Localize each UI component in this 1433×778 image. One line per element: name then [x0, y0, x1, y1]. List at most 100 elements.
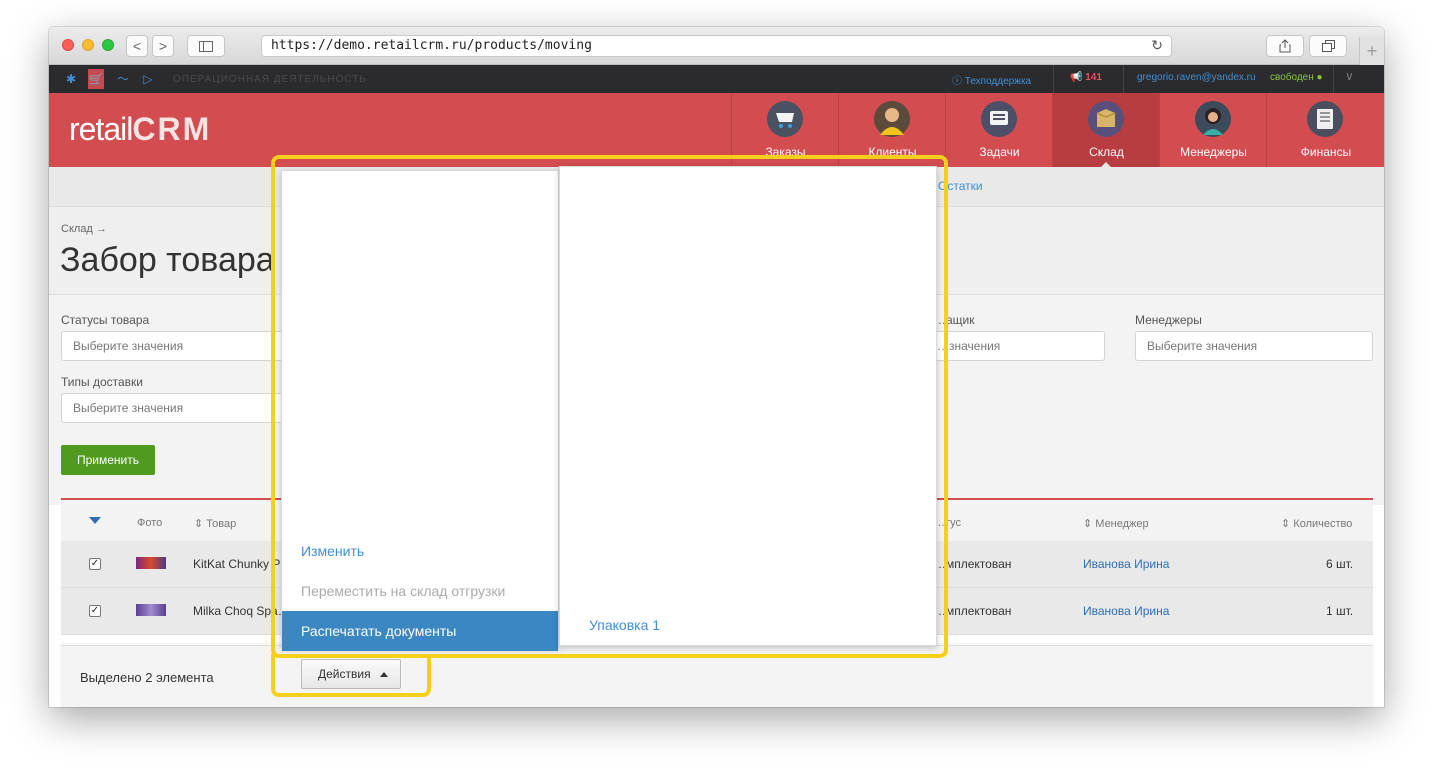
- app-topbar: ✱ 🛒 〜 ▷ ОПЕРАЦИОННАЯ ДЕЯТЕЛЬНОСТЬ ⓘ Техп…: [49, 65, 1384, 93]
- back-icon: <: [132, 38, 142, 54]
- status-dot-icon: ●: [1316, 72, 1323, 83]
- row-manager-link[interactable]: Иванова Ирина: [1083, 557, 1169, 571]
- product-name[interactable]: Milka Choq Spa…: [193, 604, 290, 618]
- column-status[interactable]: …тус: [934, 517, 961, 529]
- analytics-chart-icon[interactable]: 〜: [115, 71, 131, 87]
- main-header: retailCRM Заказы Клиенты Задачи Склад Ме…: [49, 93, 1384, 168]
- print-documents-submenu: Упаковка 1: [559, 166, 937, 646]
- delivery-filter-input[interactable]: Выберите значения: [61, 393, 301, 423]
- sidebar-toggle-button[interactable]: [187, 35, 225, 57]
- nav-label: Склад: [1089, 145, 1124, 159]
- sort-icon: ⇕: [1083, 518, 1096, 530]
- warehouse-box-icon: [1088, 101, 1124, 137]
- statuses-filter-input[interactable]: Выберите значения: [61, 331, 301, 361]
- retailcrm-logo[interactable]: retailCRM: [69, 111, 211, 148]
- user-email-link[interactable]: gregorio.raven@yandex.ru: [1137, 72, 1256, 83]
- select-all-toggle-icon[interactable]: [89, 517, 101, 524]
- column-photo: Фото: [137, 517, 163, 529]
- settings-gear-icon[interactable]: ✱: [63, 71, 79, 87]
- forward-button[interactable]: >: [152, 35, 174, 57]
- managers-filter-label: Менеджеры: [1135, 313, 1202, 327]
- chevron-down-icon[interactable]: ∨: [1345, 69, 1354, 83]
- browser-toolbar: < > https://demo.retailcrm.ru/products/m…: [49, 27, 1384, 65]
- row-status: …мплектован: [934, 604, 1012, 618]
- reload-icon[interactable]: ↻: [1151, 36, 1163, 56]
- page-title: Забор товара: [60, 241, 275, 279]
- menu-item-edit[interactable]: Изменить: [282, 531, 558, 571]
- selection-bar: Выделено 2 элемента: [61, 645, 1373, 707]
- column-quantity[interactable]: ⇕ Количество: [1281, 517, 1352, 530]
- sort-icon: ⇕: [1281, 518, 1294, 530]
- minimize-window-button[interactable]: [82, 39, 94, 51]
- new-tab-button[interactable]: +: [1359, 37, 1384, 65]
- sidebar-icon: [199, 41, 213, 52]
- finance-icon: [1307, 101, 1343, 137]
- megaphone-icon: 📢: [1070, 72, 1086, 83]
- topbar-divider: [1333, 65, 1334, 93]
- close-window-button[interactable]: [62, 39, 74, 51]
- cart-icon: [767, 101, 803, 137]
- nav-warehouse[interactable]: Склад: [1052, 93, 1159, 168]
- breadcrumb[interactable]: Склад →: [61, 223, 107, 235]
- column-manager-label: Менеджер: [1095, 518, 1149, 530]
- nav-label: Заказы: [765, 145, 806, 159]
- plus-icon: +: [1366, 41, 1378, 61]
- selection-count: Выделено 2 элемента: [80, 670, 214, 685]
- apply-button[interactable]: Применить: [61, 445, 155, 475]
- supplier-filter-input[interactable]: …значения: [934, 331, 1105, 361]
- menu-item-print-documents[interactable]: Распечатать документы: [282, 611, 558, 651]
- nav-tasks[interactable]: Задачи: [945, 93, 1052, 167]
- manager-icon: [1195, 101, 1231, 137]
- share-icon: [1279, 39, 1291, 53]
- nav-label: Финансы: [1300, 145, 1352, 159]
- product-photo: [136, 557, 166, 569]
- statuses-filter-label: Статусы товара: [61, 313, 150, 327]
- logo-text: retail: [69, 111, 133, 147]
- topbar-divider: [1053, 65, 1054, 93]
- forward-icon: >: [158, 38, 168, 54]
- browser-window: < > https://demo.retailcrm.ru/products/m…: [49, 27, 1384, 707]
- url-text: https://demo.retailcrm.ru/products/movin…: [271, 38, 592, 53]
- support-label: Техподдержка: [964, 76, 1032, 87]
- caret-up-icon: [380, 672, 388, 677]
- nav-managers[interactable]: Менеджеры: [1159, 93, 1266, 167]
- logo-crm-text: CRM: [132, 111, 212, 147]
- actions-label: Действия: [318, 667, 371, 681]
- client-icon: [874, 101, 910, 137]
- supplier-filter-label: …ащик: [934, 313, 975, 327]
- row-quantity: 6 шт.: [1326, 557, 1354, 571]
- delivery-filter-label: Типы доставки: [61, 375, 144, 389]
- operations-cart-icon[interactable]: 🛒: [88, 69, 104, 89]
- subnav-link-stock[interactable]: Остатки: [938, 179, 983, 193]
- back-button[interactable]: <: [126, 35, 148, 57]
- actions-menu: Изменить Переместить на склад отгрузки Р…: [281, 170, 559, 651]
- product-name[interactable]: KitKat Chunky P…: [193, 557, 292, 571]
- share-button[interactable]: [1266, 35, 1304, 57]
- managers-filter-input[interactable]: Выберите значения: [1135, 331, 1373, 361]
- tabs-overview-button[interactable]: [1309, 35, 1347, 57]
- nav-orders[interactable]: Заказы: [731, 93, 838, 167]
- column-product[interactable]: ⇕ Товар: [194, 517, 236, 530]
- row-manager-link[interactable]: Иванова Ирина: [1083, 604, 1169, 618]
- marketing-play-icon[interactable]: ▷: [140, 71, 156, 87]
- support-link[interactable]: ⓘ Техподдержка: [952, 72, 1031, 87]
- nav-label: Клиенты: [868, 145, 917, 159]
- nav-label: Задачи: [979, 145, 1020, 159]
- sort-icon: ⇕: [194, 518, 207, 530]
- zoom-window-button[interactable]: [102, 39, 114, 51]
- nav-finance[interactable]: Финансы: [1266, 93, 1384, 167]
- submenu-item-packing[interactable]: Упаковка 1: [589, 617, 660, 633]
- column-manager[interactable]: ⇕ Менеджер: [1083, 517, 1149, 530]
- nav-clients[interactable]: Клиенты: [838, 93, 945, 167]
- column-product-label: Товар: [206, 518, 237, 530]
- nav-label: Менеджеры: [1180, 145, 1247, 159]
- topbar-divider: [1123, 65, 1124, 93]
- tabs-icon: [1321, 40, 1335, 52]
- user-status[interactable]: свободен ●: [1270, 72, 1323, 83]
- tasks-icon: [981, 101, 1017, 137]
- address-bar[interactable]: https://demo.retailcrm.ru/products/movin…: [261, 35, 1172, 57]
- row-checkbox[interactable]: ✓: [89, 605, 101, 617]
- actions-dropdown-button[interactable]: Действия: [301, 659, 401, 689]
- row-checkbox[interactable]: ✓: [89, 558, 101, 570]
- notifications-link[interactable]: 📢 141: [1070, 72, 1102, 83]
